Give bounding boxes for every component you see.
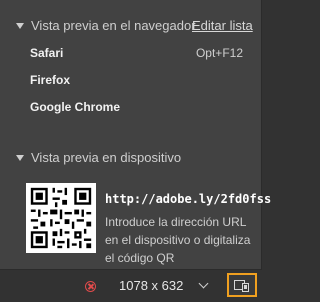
browser-preview-header[interactable]: Vista previa en el navegador [16,18,196,33]
browser-item-firefox[interactable]: Firefox [30,73,70,87]
browser-preview-title: Vista previa en el navegador [31,18,196,33]
preview-device-icon [234,280,249,292]
safari-shortcut: Opt+F12 [195,46,243,60]
edit-list-link[interactable]: Editar lista [192,18,253,33]
device-preview-url[interactable]: http://adobe.ly/2fd0fss [105,192,271,206]
preview-device-button[interactable] [227,273,257,297]
browser-item-safari[interactable]: Safari [30,46,63,60]
window-size-select[interactable]: 1078 x 632 [119,278,183,293]
stop-icon[interactable] [85,281,96,292]
device-preview-header[interactable]: Vista previa en dispositivo [16,150,181,165]
qr-code [26,183,96,253]
collapse-triangle-icon[interactable] [16,154,24,161]
browser-item-chrome[interactable]: Google Chrome [30,100,120,114]
device-preview-title: Vista previa en dispositivo [31,150,182,165]
preview-popup: Vista previa en el navegador Editar list… [0,0,271,270]
qr-code-icon [26,183,96,253]
device-preview-description: Introduce la dirección URL en el disposi… [105,215,251,265]
collapse-triangle-icon[interactable] [16,22,24,29]
